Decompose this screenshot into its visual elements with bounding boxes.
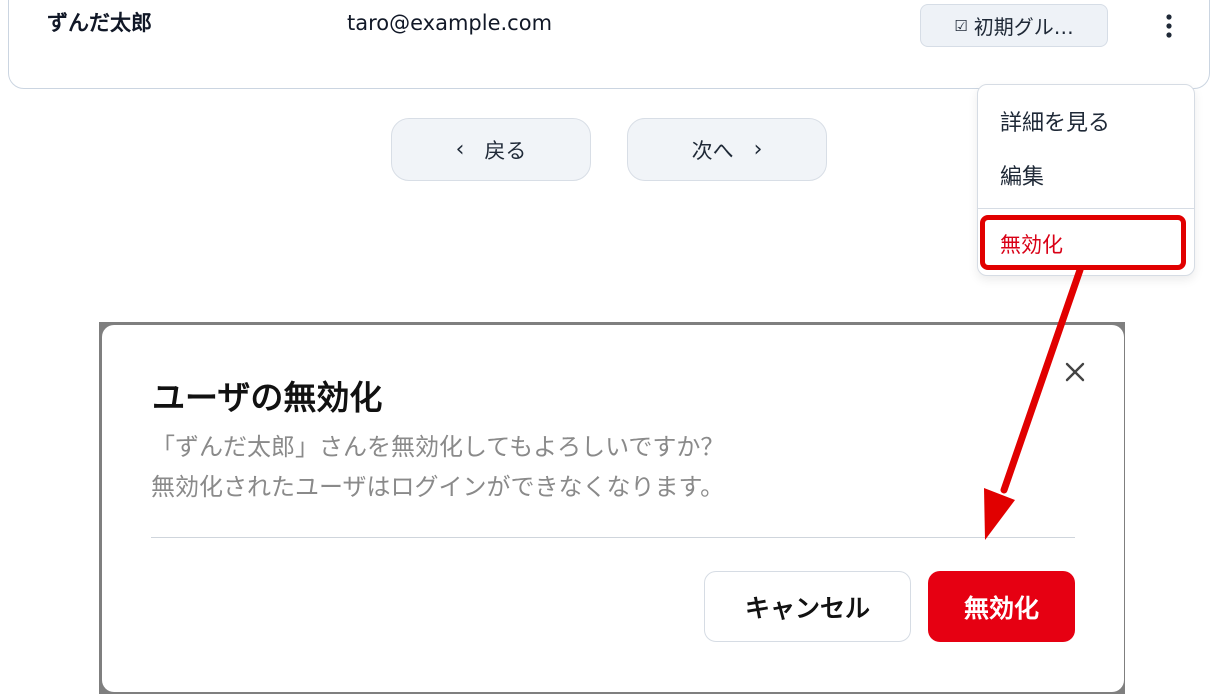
annotation-arrow xyxy=(984,266,1084,540)
